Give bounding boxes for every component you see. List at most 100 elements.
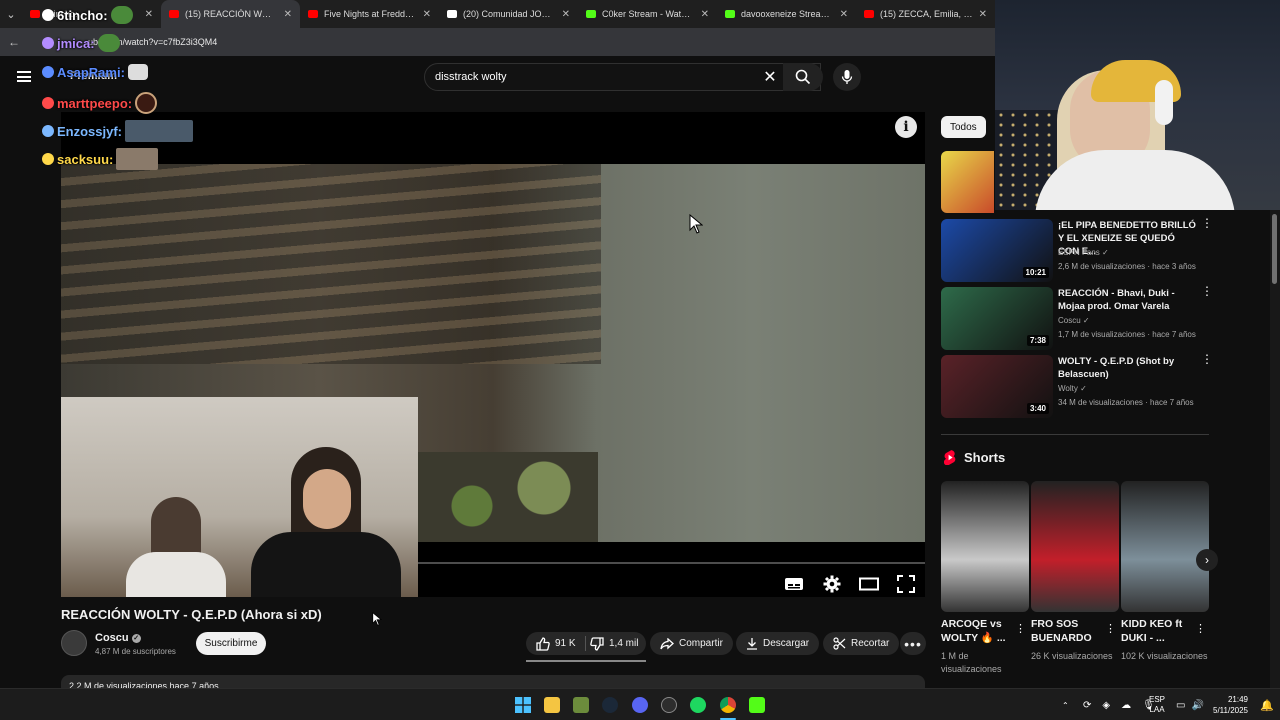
steam-icon[interactable]: [602, 697, 618, 713]
filter-chip-all[interactable]: Todos: [941, 116, 986, 138]
shorts-next-button[interactable]: ›: [1196, 549, 1218, 571]
settings-gear-icon[interactable]: [821, 574, 843, 594]
more-vertical-icon[interactable]: ⋮: [1201, 285, 1213, 297]
obs-icon[interactable]: [661, 697, 677, 713]
scrollbar-thumb[interactable]: [1272, 214, 1277, 284]
recommended-video[interactable]: 10:21 ¡EL PIPA BENEDETTO BRILLÓ Y EL XENE…: [941, 217, 1213, 283]
share-button[interactable]: Compartir: [650, 632, 733, 655]
cloud-icon[interactable]: ☁: [1121, 700, 1131, 711]
channel-avatar[interactable]: [61, 630, 87, 656]
subscribe-button[interactable]: Suscribirme: [196, 632, 266, 655]
rec-thumbnail-partial[interactable]: [941, 151, 994, 213]
video-meta: 1,7 M de visualizaciones · hace 7 años: [1058, 330, 1196, 339]
more-vertical-icon[interactable]: ⋮: [1105, 622, 1116, 635]
thumbs-down-icon: [590, 636, 604, 651]
clear-search-icon[interactable]: ✕: [760, 63, 780, 91]
tab-close-icon[interactable]: ✕: [840, 9, 848, 20]
scissors-icon: [833, 637, 846, 650]
image-emote: [125, 120, 194, 142]
reactor-right: [251, 447, 401, 597]
face-emote: [116, 148, 159, 170]
sync-icon[interactable]: ⟳: [1083, 700, 1091, 711]
menu-icon[interactable]: [17, 71, 31, 82]
tab-close-icon[interactable]: ✕: [284, 9, 292, 20]
discord-icon[interactable]: [632, 697, 648, 713]
browser-tab[interactable]: Five Nights at Freddy's 2 | ✕: [300, 0, 439, 28]
clock[interactable]: 21:49 5/11/2025: [1212, 689, 1248, 720]
more-vertical-icon[interactable]: ⋮: [1201, 217, 1213, 229]
short-views: 102 K visualizaciones: [1121, 651, 1208, 661]
theater-mode-icon[interactable]: [858, 574, 880, 594]
tab-close-icon[interactable]: ✕: [562, 9, 570, 20]
short-title[interactable]: FRO SOS BUENARDO: [1031, 617, 1106, 645]
search-button[interactable]: [783, 63, 823, 91]
chat-message: sacksuu:: [42, 148, 159, 170]
progress-bar[interactable]: [418, 562, 925, 564]
voice-search-button[interactable]: [833, 63, 861, 91]
video-thumbnail[interactable]: 3:40: [941, 355, 1053, 418]
circle-emote: [135, 92, 158, 114]
file-explorer-icon[interactable]: [544, 697, 560, 713]
chat-username: sacksuu:: [57, 151, 114, 167]
more-actions-button[interactable]: •••: [900, 632, 926, 655]
like-button[interactable]: 91 K: [526, 632, 586, 655]
tab-close-icon[interactable]: ✕: [701, 9, 709, 20]
windows-start-icon[interactable]: [515, 697, 531, 713]
subtitles-icon[interactable]: [783, 574, 805, 594]
video-thumbnail[interactable]: 7:38: [941, 287, 1053, 350]
more-vertical-icon[interactable]: ⋮: [1015, 622, 1026, 635]
tray-chevron-icon[interactable]: ⌃: [1062, 689, 1069, 720]
channel-name[interactable]: Coscu ✓: [95, 632, 141, 644]
tab-title: (15) ZECCA, Emilia, Bb tr: [880, 9, 973, 19]
screen: ⌄ 6tincho:✕(15) REACCIÓN WOLTY - Q✕Five …: [0, 0, 1280, 720]
browser-tab[interactable]: (20) Comunidad JOSEO El ✕: [439, 0, 578, 28]
system-tray-status[interactable]: ▭ 🔊: [1176, 689, 1204, 720]
chat-badge-icon: [42, 9, 54, 21]
video-thumbnail[interactable]: 10:21: [941, 219, 1053, 282]
reaction-webcam: [61, 397, 418, 597]
channel-name[interactable]: ESPN Fans ✓: [1058, 248, 1109, 257]
recommended-video[interactable]: 3:40 WOLTY - Q.E.P.D (Shot by Belascuen) W…: [941, 353, 1213, 419]
kick-icon[interactable]: [749, 697, 765, 713]
download-button[interactable]: Descargar: [736, 632, 820, 655]
tab-close-icon[interactable]: ✕: [145, 9, 153, 20]
fullscreen-icon[interactable]: [895, 574, 917, 594]
browser-tab[interactable]: davooxeneize Stream - W ✕: [717, 0, 856, 28]
browser-tab[interactable]: (15) REACCIÓN WOLTY - Q ✕: [161, 0, 300, 28]
video-player[interactable]: i: [61, 112, 925, 597]
more-vertical-icon[interactable]: ⋮: [1195, 622, 1206, 635]
chrome-icon[interactable]: [720, 697, 736, 713]
video-title[interactable]: WOLTY - Q.E.P.D (Shot by Belascuen): [1058, 355, 1198, 381]
tab-close-icon[interactable]: ✕: [423, 9, 431, 20]
short-thumbnail[interactable]: [1121, 481, 1209, 612]
verified-icon: ✓: [1082, 316, 1090, 325]
shorts-icon: [944, 450, 956, 465]
browser-tab[interactable]: (15) ZECCA, Emilia, Bb tr ✕: [856, 0, 995, 28]
dislike-button[interactable]: 1,4 mil: [580, 632, 648, 655]
back-icon[interactable]: ←: [8, 35, 20, 49]
language-indicator[interactable]: ESP LAA: [1149, 689, 1165, 720]
browser-tab[interactable]: C0ker Stream - Watch Live ✕: [578, 0, 717, 28]
short-title[interactable]: KIDD KEO ft DUKI - ...: [1121, 617, 1196, 645]
video-title[interactable]: REACCIÓN - Bhavi, Duki - Mojaa prod. Oma…: [1058, 287, 1198, 313]
more-vertical-icon[interactable]: ⋮: [1201, 353, 1213, 365]
channel-name[interactable]: Coscu ✓: [1058, 316, 1090, 325]
clip-button[interactable]: Recortar: [823, 632, 900, 655]
video-meta: 2,6 M de visualizaciones · hace 3 años: [1058, 262, 1196, 271]
like-ratio-bar: [526, 660, 646, 662]
recommended-video[interactable]: 7:38 REACCIÓN - Bhavi, Duki - Mojaa prod.…: [941, 285, 1213, 351]
notification-bell-icon[interactable]: 🔔: [1260, 689, 1274, 720]
short-thumbnail[interactable]: [941, 481, 1029, 612]
short-title[interactable]: ARCOQE vs WOLTY 🔥 ...: [941, 617, 1016, 645]
info-icon[interactable]: i: [895, 116, 917, 138]
channel-name[interactable]: Wolty ✓: [1058, 384, 1087, 393]
share-icon: [660, 637, 674, 649]
pepe-emote: [110, 6, 133, 24]
spotify-icon[interactable]: [690, 697, 706, 713]
short-thumbnail[interactable]: [1031, 481, 1119, 612]
network-app-icon[interactable]: ◈: [1102, 700, 1110, 711]
chat-badge-icon: [42, 37, 54, 49]
minecraft-icon[interactable]: [573, 697, 589, 713]
tab-search-chevron-icon[interactable]: ⌄: [0, 0, 22, 28]
tab-close-icon[interactable]: ✕: [979, 9, 987, 20]
